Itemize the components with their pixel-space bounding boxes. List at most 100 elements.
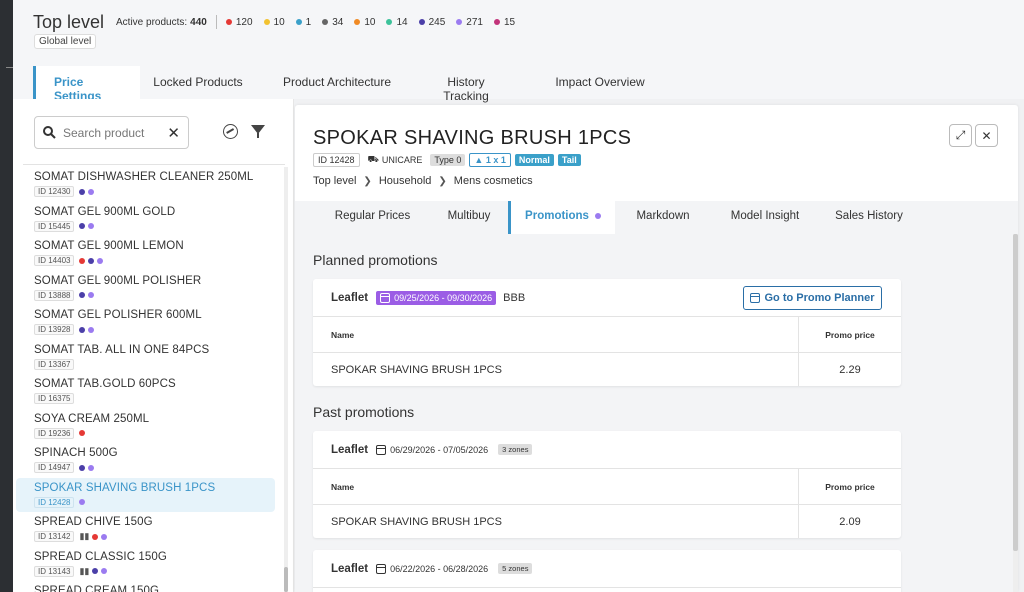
- status-count: 10: [263, 16, 285, 28]
- status-count: 15: [493, 16, 516, 28]
- product-name: SOMAT TAB. ALL IN ONE 84PCS: [34, 343, 210, 356]
- filter-icon[interactable]: [251, 125, 265, 138]
- status-count-value: 10: [364, 16, 376, 28]
- status-dot: [386, 19, 393, 25]
- status-dot: [88, 464, 95, 471]
- status-dot: [101, 533, 108, 540]
- clear-icon[interactable]: ✕: [167, 124, 180, 142]
- search-icon: [43, 126, 56, 139]
- search-input[interactable]: Search product: [63, 126, 167, 140]
- tab-product-architecture[interactable]: Product Architecture: [264, 66, 410, 99]
- product-meta: ID 12430: [34, 186, 283, 197]
- past-promotion-card: Leaflet 06/22/2026 - 06/28/2026 5 zones: [313, 550, 901, 592]
- scroll-thumb[interactable]: [284, 567, 288, 592]
- product-meta: ID 12428: [34, 496, 275, 508]
- status-dot: [79, 223, 86, 229]
- tab-model-insight[interactable]: Model Insight: [711, 201, 819, 234]
- product-detail-panel: SPOKAR SHAVING BRUSH 1PCS ID 12428 ⛟ UNIC…: [295, 105, 1018, 592]
- product-name: SPINACH 500G: [34, 447, 118, 459]
- tab-sales-history[interactable]: Sales History: [819, 201, 919, 234]
- breadcrumb-item[interactable]: Top level: [313, 175, 356, 187]
- list-item[interactable]: SPREAD CHIVE 150G ID 13142 ▮▮: [13, 512, 283, 547]
- product-name: SOMAT GEL 900ML POLISHER: [34, 274, 202, 287]
- list-item[interactable]: SPOKAR SHAVING BRUSH 1PCS ID 12428: [16, 477, 275, 512]
- status-dot: [97, 257, 104, 264]
- product-name: SPOKAR SHAVING BRUSH 1PCS: [34, 481, 216, 494]
- product-id: ID 16375: [34, 393, 75, 404]
- product-id: ID 13928: [34, 324, 75, 335]
- product-meta: ID 13888: [34, 289, 283, 301]
- list-item[interactable]: SOMAT GEL 900ML GOLD ID 15445: [13, 202, 283, 237]
- table-row: SPOKAR SHAVING BRUSH 1PCS 2.09: [313, 505, 901, 538]
- expand-icon[interactable]: ⤢: [949, 124, 972, 147]
- calendar-icon: [376, 444, 387, 455]
- list-item[interactable]: SOMAT TAB. ALL IN ONE 84PCS ID 13367: [13, 340, 283, 375]
- promotion-header: Leaflet 06/22/2026 - 06/28/2026 5 zones: [313, 550, 901, 588]
- promotion-type: Leaflet: [331, 562, 369, 575]
- status-count: 120: [225, 17, 253, 28]
- product-id: ID 15445: [34, 220, 75, 232]
- product-name: SOMAT GEL POLISHER 600ML: [34, 309, 202, 321]
- status-count-value: 10: [273, 16, 285, 28]
- close-icon[interactable]: ✕: [975, 124, 998, 147]
- list-item[interactable]: SOMAT GEL POLISHER 600ML ID 13928: [13, 305, 283, 340]
- status-dot: [322, 19, 329, 25]
- scroll-thumb[interactable]: [1013, 234, 1018, 551]
- search-box[interactable]: Search product ✕: [34, 116, 189, 149]
- go-to-promo-planner-button[interactable]: Go to Promo Planner: [743, 286, 882, 310]
- column-name: Name: [313, 469, 799, 504]
- list-item[interactable]: SOMAT GEL 900ML POLISHER ID 13888: [13, 271, 283, 306]
- detail-tabs: Regular Prices Multibuy Promotions Markd…: [295, 201, 1018, 234]
- tab-markdown[interactable]: Markdown: [615, 201, 711, 234]
- tab-locked-products[interactable]: Locked Products: [140, 66, 264, 99]
- list-item[interactable]: SOMAT GEL 900ML LEMON ID 14403: [13, 236, 283, 271]
- list-item[interactable]: SOMAT TAB.GOLD 60PCS ID 16375: [13, 374, 283, 409]
- tab-multibuy[interactable]: Multibuy: [430, 201, 508, 234]
- button-label: Go to Promo Planner: [764, 292, 875, 304]
- brand-label: UNICARE: [381, 155, 423, 165]
- status-dot: [88, 257, 95, 264]
- status-count: 14: [386, 17, 408, 28]
- status-count: 1: [295, 17, 311, 28]
- product-meta: ID 14403: [34, 255, 283, 266]
- list-item[interactable]: SOYA CREAM 250ML ID 19236: [13, 409, 283, 444]
- status-count-value: 271: [466, 16, 483, 28]
- status-dot: [354, 19, 361, 25]
- list-item[interactable]: SPREAD CLASSIC 150G ID 13143 ▮▮: [13, 547, 283, 582]
- chevron-right-icon: ❯: [438, 175, 447, 187]
- product-id: ID 12428: [34, 496, 75, 508]
- status-dot: [88, 188, 95, 195]
- tab-promotions-label: Promotions: [525, 210, 589, 222]
- planned-promotions-heading: Planned promotions: [313, 252, 438, 268]
- status-count: 245: [418, 17, 445, 28]
- breadcrumb-item[interactable]: Mens cosmetics: [454, 175, 533, 187]
- currency-icon[interactable]: [223, 124, 238, 139]
- promotion-header: Leaflet 09/25/2026 - 09/30/2026 BBB Go t…: [313, 279, 901, 317]
- sidebar-scrollbar[interactable]: [284, 167, 288, 592]
- tab-impact-overview[interactable]: Impact Overview: [522, 66, 678, 99]
- calendar-check-icon: [750, 293, 761, 303]
- status-dot: [79, 326, 86, 333]
- tab-promotions[interactable]: Promotions: [508, 201, 615, 234]
- date-range-badge: 09/25/2026 - 09/30/2026: [376, 290, 497, 305]
- tab-history-tracking[interactable]: History Tracking: [410, 66, 522, 103]
- tab-price-settings[interactable]: Price Settings: [33, 66, 140, 103]
- app-left-rail: [0, 0, 14, 592]
- detail-scrollbar[interactable]: [1013, 234, 1018, 592]
- list-item[interactable]: SOMAT DISHWASHER CLEANER 250ML ID 12430: [13, 167, 283, 202]
- calendar-icon: [380, 292, 391, 303]
- page-title: Top level: [33, 12, 105, 32]
- active-products-label: Active products:: [116, 16, 188, 28]
- status-dot: [88, 223, 95, 229]
- tab-regular-prices[interactable]: Regular Prices: [295, 201, 430, 234]
- list-item[interactable]: SPREAD CREAM 150G: [13, 581, 283, 592]
- breadcrumb-item[interactable]: Household: [379, 175, 432, 187]
- past-promotions-heading: Past promotions: [313, 404, 415, 420]
- divider: [215, 15, 217, 29]
- product-meta: ID 13143 ▮▮: [34, 565, 283, 577]
- date-range-text: 06/29/2026 - 07/05/2026: [390, 444, 489, 455]
- status-dot: [79, 257, 86, 264]
- product-meta: ID 13142 ▮▮: [34, 531, 283, 542]
- status-count-value: 15: [503, 16, 516, 28]
- list-item[interactable]: SPINACH 500G ID 14947: [13, 443, 283, 478]
